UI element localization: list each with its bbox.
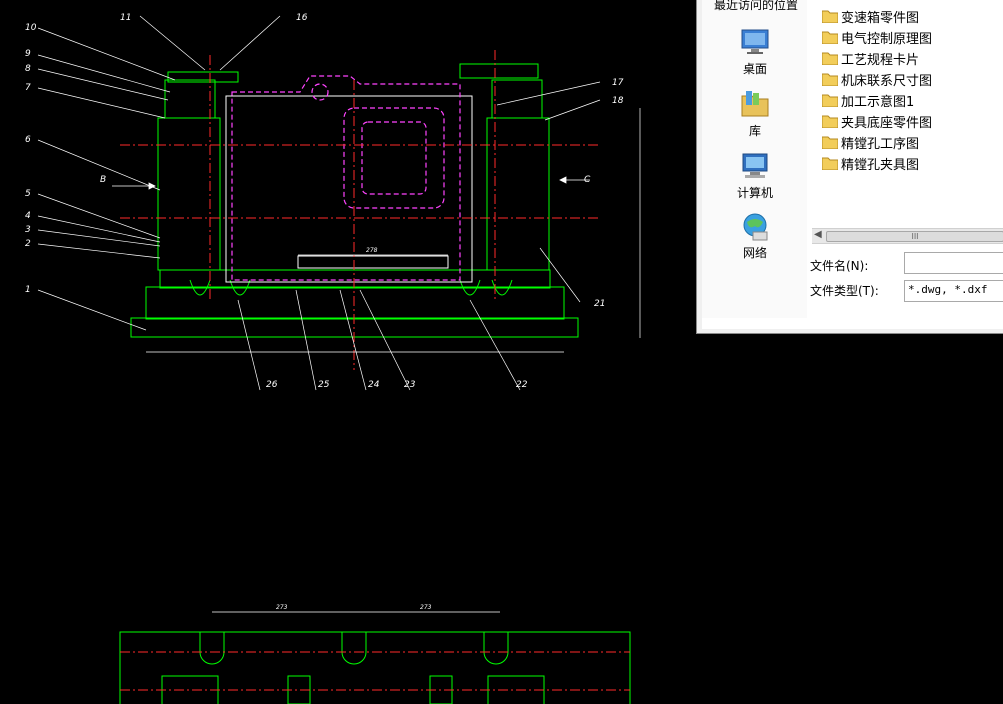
part-label-8: 8 [25,64,31,74]
list-item[interactable]: 电气控制原理图 [822,27,932,47]
workpiece-outline [225,95,473,283]
folder-icon [822,94,838,107]
filename-label: 文件名(N): [810,259,869,273]
part-label-3: 3 [25,225,31,235]
part-label-1: 1 [25,285,31,295]
view-arrows [112,176,590,190]
folder-icon [822,136,838,149]
folder-icon [822,52,838,65]
list-item[interactable]: 变速箱零件图 [822,6,919,26]
dim-label-left: 273 [276,604,288,611]
dim-label-right: 273 [420,604,432,611]
places-bar: 最近访问的位置 桌面 库 计算机 网络 [702,0,807,318]
part-label-23: 23 [404,380,416,390]
folder-icon [822,10,838,23]
dim-label-mid: 278 [366,247,378,254]
part-label-2: 2 [25,239,31,249]
part-label-6: 6 [25,135,31,145]
scroll-thumb-grip: III [911,232,919,241]
part-label-24: 24 [368,380,380,390]
dialog-body: 最近访问的位置 桌面 库 计算机 网络 变速箱零件图 电气控制原理图 工艺规程卡… [702,0,1003,329]
place-library-label: 库 [748,124,761,138]
list-item[interactable]: 精镗孔工序图 [822,132,919,152]
leader-lines [37,15,601,391]
place-computer-label: 计算机 [736,186,773,200]
list-item[interactable]: 工艺规程卡片 [822,48,919,68]
filename-field[interactable] [904,252,1003,274]
folder-icon [822,31,838,44]
network-icon [739,210,771,242]
view-label-b: B [100,175,106,185]
part-label-25: 25 [318,380,330,390]
part-label-22: 22 [516,380,528,390]
place-desktop[interactable]: 桌面 [710,26,800,77]
filetype-label: 文件类型(T): [810,284,879,298]
list-item[interactable]: 机床联系尺寸图 [822,69,932,89]
desktop-icon [739,26,771,58]
horizontal-scrollbar[interactable]: ◀ III [812,228,1003,244]
list-item[interactable]: 加工示意图1 [822,90,914,110]
part-label-4: 4 [25,211,31,221]
place-network-label: 网络 [742,246,767,260]
list-item[interactable]: 精镗孔夹具图 [822,153,919,173]
folder-icon [822,73,838,86]
file-name: 加工示意图1 [841,94,915,110]
file-name: 工艺规程卡片 [841,52,920,68]
file-name: 精镗孔工序图 [841,136,920,152]
bottom-view [119,631,631,704]
library-icon [739,88,771,120]
place-library[interactable]: 库 [710,88,800,139]
place-computer[interactable]: 计算机 [710,150,800,201]
file-name: 变速箱零件图 [841,10,920,26]
filetype-select[interactable]: *.dwg, *.dxf [904,280,1003,302]
computer-icon [739,150,771,182]
file-name: 电气控制原理图 [841,31,933,47]
part-label-26: 26 [266,380,278,390]
part-label-16: 16 [296,13,308,23]
part-label-11: 11 [120,13,131,23]
folder-icon [822,115,838,128]
place-network[interactable]: 网络 [710,210,800,261]
part-label-17: 17 [612,78,624,88]
recent-places-link[interactable]: 最近访问的位置 [714,0,798,13]
file-name: 机床联系尺寸图 [841,73,933,89]
bottom-center-lines [120,651,630,691]
folder-icon [822,157,838,170]
file-name: 夹具底座零件图 [841,115,933,131]
part-label-18: 18 [612,96,624,106]
file-list: 变速箱零件图 电气控制原理图 工艺规程卡片 机床联系尺寸图 加工示意图1 夹具底… [812,0,1003,228]
part-number-labels: 10 9 8 7 6 5 4 3 2 1 11 16 17 18 21 26 2… [25,13,624,611]
list-item[interactable]: 夹具底座零件图 [822,111,932,131]
file-name: 精镗孔夹具图 [841,157,920,173]
part-label-21: 21 [594,299,605,309]
part-label-9: 9 [25,49,31,59]
scroll-left-icon[interactable]: ◀ [814,229,822,240]
part-label-5: 5 [25,189,31,199]
scroll-thumb[interactable]: III [826,231,1003,242]
gearbox-housing [231,75,461,281]
place-desktop-label: 桌面 [742,62,767,76]
part-label-10: 10 [25,23,37,33]
part-label-7: 7 [25,83,31,93]
file-open-dialog: 最近访问的位置 桌面 库 计算机 网络 变速箱零件图 电气控制原理图 工艺规程卡… [696,0,1003,334]
